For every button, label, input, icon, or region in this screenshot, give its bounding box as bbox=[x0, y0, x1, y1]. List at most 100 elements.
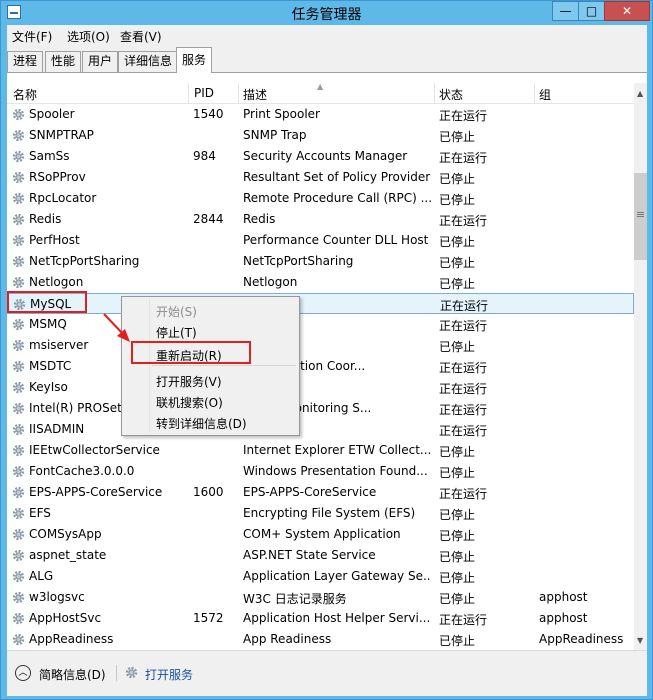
maximize-button[interactable]: □ bbox=[578, 1, 605, 21]
brief-info-link[interactable]: 简略信息(D) bbox=[39, 666, 106, 683]
service-row[interactable]: AppHostSvc 1572 Application Host Helper Se… bbox=[7, 608, 634, 629]
service-gear-icon bbox=[12, 507, 25, 520]
service-pid: 1540 bbox=[193, 107, 224, 121]
open-services-link[interactable]: 打开服务 bbox=[145, 666, 193, 683]
service-row[interactable]: aspnet_state ASP.NET State Service 已停止 bbox=[7, 545, 634, 566]
service-gear-icon bbox=[12, 528, 25, 541]
service-status: 已停止 bbox=[439, 256, 476, 270]
tab-processes[interactable]: 进程 bbox=[7, 51, 44, 72]
service-row[interactable]: Spooler 1540 Print Spooler 正在运行 bbox=[7, 104, 634, 125]
service-row[interactable]: msiserverInstaller已停止 bbox=[7, 335, 634, 356]
tab-users[interactable]: 用户 bbox=[82, 51, 119, 72]
service-status: 已停止 bbox=[439, 235, 476, 249]
service-pid: 1572 bbox=[193, 611, 224, 625]
service-description: Security Accounts Manager bbox=[243, 149, 408, 163]
footer-divider bbox=[116, 665, 117, 681]
service-row[interactable]: w3logsvc W3C 日志记录服务 已停止 apphost bbox=[7, 587, 634, 608]
menu-options[interactable]: 选项(O) bbox=[67, 28, 110, 45]
service-gear-icon bbox=[12, 129, 25, 142]
service-row[interactable]: SNMPTRAP SNMP Trap 已停止 bbox=[7, 125, 634, 146]
scroll-up-icon[interactable]: ▲ bbox=[637, 89, 643, 98]
service-row[interactable]: AppReadiness App Readiness 已停止 AppReadiness bbox=[7, 629, 634, 650]
service-row[interactable]: SamSs 984 Security Accounts Manager 正在运行 bbox=[7, 146, 634, 167]
services-gear-icon bbox=[125, 666, 138, 679]
service-group: AppReadiness bbox=[539, 632, 624, 646]
service-row[interactable]: IEEtwCollectorService Internet Explorer E… bbox=[7, 440, 634, 461]
service-pid: 1600 bbox=[193, 485, 224, 499]
title-bar[interactable]: 任务管理器 — □ ✕ bbox=[1, 1, 652, 25]
tab-services[interactable]: 服务 bbox=[176, 47, 213, 73]
service-description: ASP.NET State Service bbox=[243, 548, 376, 562]
column-divider[interactable] bbox=[188, 83, 189, 103]
service-name: Netlogon bbox=[29, 275, 84, 289]
service-name: COMSysApp bbox=[29, 527, 102, 541]
service-gear-icon bbox=[12, 234, 25, 247]
column-divider[interactable] bbox=[534, 83, 535, 103]
service-status: 正在运行 bbox=[439, 382, 488, 396]
service-gear-icon bbox=[12, 150, 25, 163]
service-description: Remote Procedure Call (RPC) ... bbox=[243, 191, 431, 205]
service-row[interactable]: MSDTC d Transaction Coor... 正在运行 bbox=[7, 356, 634, 377]
tab-performance[interactable]: 性能 bbox=[45, 51, 82, 72]
service-gear-icon bbox=[12, 276, 25, 289]
column-divider[interactable] bbox=[434, 83, 435, 103]
column-divider[interactable] bbox=[238, 83, 239, 103]
service-row[interactable]: EFS Encrypting File System (EFS) 已停止 bbox=[7, 503, 634, 524]
service-gear-icon bbox=[12, 318, 25, 331]
service-row[interactable]: COMSysApp COM+ System Application 已停止 bbox=[7, 524, 634, 545]
column-name[interactable]: 名称 bbox=[13, 86, 37, 103]
collapse-chevron-icon[interactable]: ︿ bbox=[15, 665, 31, 681]
service-row[interactable]: MSMQQueuing正在运行 bbox=[7, 314, 634, 335]
menu-file[interactable]: 文件(F) bbox=[12, 28, 52, 45]
service-row[interactable]: IISADMINService正在运行 bbox=[7, 419, 634, 440]
vertical-scrollbar[interactable]: ▲ ▼ bbox=[634, 83, 647, 650]
ctx-stop[interactable]: 停止(T) bbox=[156, 324, 197, 341]
service-gear-icon bbox=[12, 108, 25, 121]
close-button[interactable]: ✕ bbox=[604, 1, 650, 21]
footer-bar: ︿ 简略信息(D) 打开服务 bbox=[7, 650, 647, 696]
service-gear-icon bbox=[12, 423, 25, 436]
service-gear-icon bbox=[12, 486, 25, 499]
service-name: EFS bbox=[29, 506, 51, 520]
service-row[interactable]: Netlogon Netlogon 已停止 bbox=[7, 272, 634, 293]
minimize-button[interactable]: — bbox=[552, 1, 579, 21]
service-description: App Readiness bbox=[243, 632, 332, 646]
service-row[interactable]: KeyIsoIsolation正在运行 bbox=[7, 377, 634, 398]
tab-details[interactable]: 详细信息 bbox=[118, 51, 179, 72]
service-gear-icon bbox=[12, 339, 25, 352]
service-row[interactable]: NetTcpPortSharing NetTcpPortSharing 已停止 bbox=[7, 251, 634, 272]
service-status: 正在运行 bbox=[439, 424, 488, 438]
service-description: Application Layer Gateway Se... bbox=[243, 569, 431, 583]
scrollbar-thumb[interactable] bbox=[634, 173, 647, 260]
service-row[interactable]: FontCache3.0.0.0 Windows Presentation Fou… bbox=[7, 461, 634, 482]
ctx-open-services[interactable]: 打开服务(V) bbox=[156, 373, 222, 390]
service-row[interactable]: MySQL 正在运行 bbox=[7, 293, 634, 314]
service-row[interactable]: RSoPProv Resultant Set of Policy Provider… bbox=[7, 167, 634, 188]
service-gear-icon bbox=[12, 360, 25, 373]
service-status: 正在运行 bbox=[439, 361, 488, 375]
service-row[interactable]: PerfHost Performance Counter DLL Host 已停止 bbox=[7, 230, 634, 251]
service-group: apphost bbox=[539, 611, 588, 625]
scroll-down-icon[interactable]: ▼ bbox=[637, 636, 643, 645]
service-name: FontCache3.0.0.0 bbox=[29, 464, 135, 478]
service-row[interactable]: EPS-APPS-CoreService 1600 EPS-APPS-CoreSer… bbox=[7, 482, 634, 503]
service-row[interactable]: Intel(R) PROSet ROSet Monitoring S... 正在运行 bbox=[7, 398, 634, 419]
tab-bar: 进程 性能 用户 详细信息 服务 bbox=[7, 46, 647, 73]
ctx-search-online[interactable]: 联机搜索(O) bbox=[156, 394, 223, 411]
service-row[interactable]: Redis 2844 Redis 正在运行 bbox=[7, 209, 634, 230]
service-name: NetTcpPortSharing bbox=[29, 254, 140, 268]
service-gear-icon bbox=[12, 192, 25, 205]
service-name: RpcLocator bbox=[29, 191, 97, 205]
service-row[interactable]: RpcLocator Remote Procedure Call (RPC) ..… bbox=[7, 188, 634, 209]
ctx-go-to-details[interactable]: 转到详细信息(D) bbox=[156, 415, 247, 432]
column-pid[interactable]: PID bbox=[194, 86, 214, 100]
service-description: Encrypting File System (EFS) bbox=[243, 506, 416, 520]
ctx-start[interactable]: 开始(S) bbox=[156, 303, 197, 320]
column-description[interactable]: 描述 bbox=[243, 86, 267, 103]
service-status: 正在运行 bbox=[439, 403, 488, 417]
column-group[interactable]: 组 bbox=[539, 86, 551, 103]
column-status[interactable]: 状态 bbox=[439, 86, 463, 103]
service-row[interactable]: ALG Application Layer Gateway Se... 已停止 bbox=[7, 566, 634, 587]
menu-view[interactable]: 查看(V) bbox=[120, 28, 162, 45]
service-status: 已停止 bbox=[439, 529, 476, 543]
